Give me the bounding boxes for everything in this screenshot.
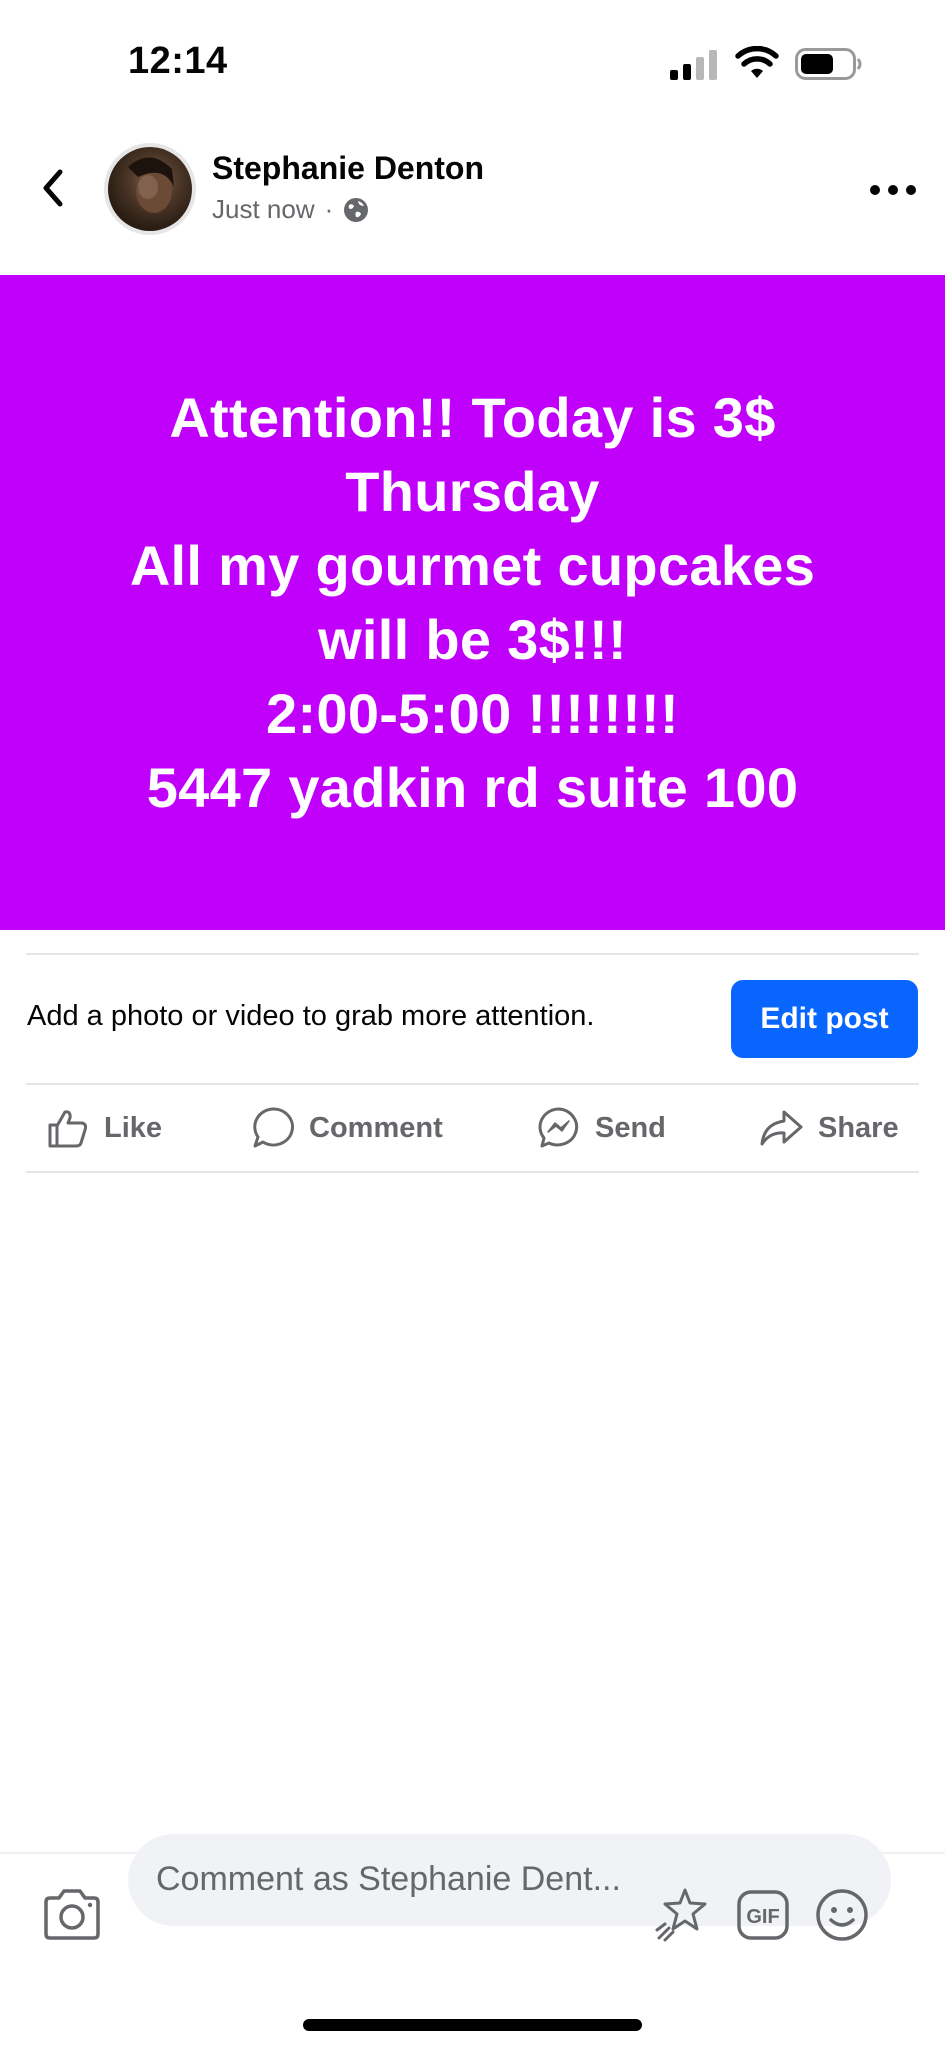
like-button[interactable]: Like	[46, 1100, 162, 1156]
divider	[26, 1171, 919, 1173]
send-label: Send	[595, 1111, 666, 1144]
send-button[interactable]: Send	[537, 1100, 666, 1156]
dot-icon	[888, 185, 898, 195]
globe-icon	[344, 197, 369, 222]
post-banner-text: Attention!! Today is 3$ Thursday All my …	[129, 385, 816, 819]
messenger-icon	[538, 1107, 579, 1148]
add-media-prompt: Add a photo or video to grab more attent…	[27, 1000, 595, 1032]
post-text-banner: Attention!! Today is 3$ Thursday All my …	[0, 275, 945, 930]
camera-icon[interactable]	[42, 1888, 102, 1942]
avatar-portrait	[128, 157, 174, 213]
gif-icon[interactable]: GIF	[737, 1890, 789, 1940]
battery-icon	[795, 48, 862, 80]
author-avatar[interactable]	[108, 147, 192, 231]
sticker-icon[interactable]	[655, 1886, 711, 1942]
author-name[interactable]: Stephanie Denton	[212, 150, 484, 187]
back-button[interactable]	[30, 160, 76, 216]
home-indicator	[303, 2019, 642, 2031]
emoji-icon[interactable]	[815, 1888, 869, 1942]
post-timestamp[interactable]: Just now	[212, 194, 315, 225]
share-arrow-icon	[760, 1110, 803, 1146]
edit-post-button[interactable]: Edit post	[731, 980, 918, 1058]
dot-icon	[906, 185, 916, 195]
comment-placeholder: Comment as Stephanie Dent...	[156, 1860, 621, 1898]
like-label: Like	[104, 1111, 163, 1144]
thumbs-up-icon	[48, 1110, 88, 1148]
share-label: Share	[818, 1111, 899, 1144]
more-options-button[interactable]	[870, 178, 916, 202]
share-button[interactable]: Share	[758, 1100, 899, 1156]
chevron-left-icon	[43, 169, 63, 207]
dot-icon	[870, 185, 880, 195]
divider	[26, 1083, 919, 1085]
wifi-icon	[735, 46, 779, 78]
status-time: 12:14	[128, 40, 228, 82]
divider	[26, 953, 919, 955]
meta-separator: ·	[324, 194, 334, 224]
cellular-signal-icon	[670, 50, 717, 80]
comment-button[interactable]: Comment	[251, 1100, 443, 1156]
svg-text:GIF: GIF	[746, 1906, 779, 1928]
comment-label: Comment	[309, 1111, 443, 1144]
comment-bubble-icon	[253, 1107, 294, 1148]
post-meta: Just now ·	[212, 194, 369, 225]
